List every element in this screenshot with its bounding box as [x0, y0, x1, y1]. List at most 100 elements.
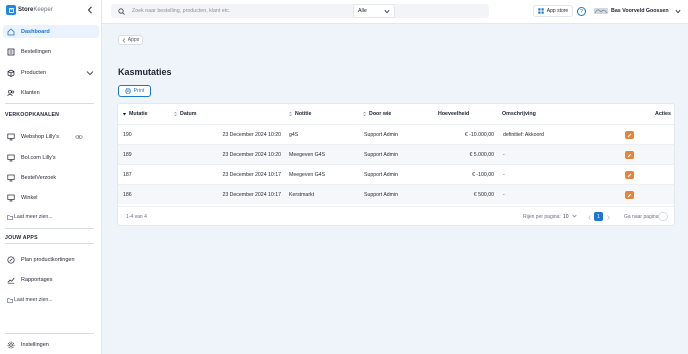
sidebar-item-label: Bestellingen	[21, 48, 51, 55]
table-footer: 1-4 van 4 Rijen per pagina: 10 1 Ga naar…	[118, 206, 674, 226]
sidebar-item-label: Rapportages	[21, 276, 53, 283]
cell-hoeveelheid: € 500,00	[473, 192, 494, 198]
sidebar-item-rapportages[interactable]: Rapportages	[3, 273, 99, 286]
edit-button[interactable]	[625, 191, 634, 199]
monitor-icon	[6, 153, 15, 162]
sidebar-item-label: Webshop Lilly's	[21, 133, 59, 140]
discount-icon	[6, 255, 15, 264]
chevron-left-icon	[587, 214, 591, 220]
avatar	[594, 7, 608, 15]
sort-desc-icon	[122, 113, 127, 116]
cell-mutatie: 186	[123, 192, 132, 198]
divider	[5, 103, 94, 104]
column-header-door-wie[interactable]: Door wie	[362, 104, 391, 124]
brand-name: StoreKeeper	[18, 7, 53, 13]
cell-omschrijving: -	[503, 172, 505, 178]
pencil-icon	[627, 193, 632, 197]
column-header-hoeveelheid: Hoeveelheid	[438, 111, 470, 117]
sidebar-item-label: Klanten	[21, 89, 40, 96]
cell-notitie: Kerstmarkt	[289, 192, 315, 198]
cell-datum: 23 December 2024 10:17	[222, 172, 281, 178]
cell-notitie: Meegeven G4S	[289, 172, 326, 178]
sidebar-item-producten[interactable]: Producten	[3, 66, 99, 79]
cell-hoeveelheid: € -100,00	[472, 172, 494, 178]
sidebar-item-bol[interactable]: Bol.com Lilly's	[3, 151, 99, 164]
table-row[interactable]: 190 23 December 2024 10:20 g4S Support A…	[118, 124, 674, 144]
table-row[interactable]: 189 23 December 2024 10:20 Meegeven G4S …	[118, 144, 674, 164]
brand-logo[interactable]: StoreKeeper	[6, 4, 53, 16]
column-header-notitie[interactable]: Notitie	[288, 104, 311, 124]
sidebar-item-webshop[interactable]: Webshop Lilly's	[3, 130, 99, 143]
user-name: Bas Voorveld Goossen	[611, 8, 669, 14]
rows-per-page-select[interactable]: 10	[563, 214, 577, 220]
search-input[interactable]	[132, 8, 340, 14]
back-to-apps-button[interactable]: Apps	[118, 35, 143, 45]
sidebar-item-label: Plan productkortingen	[21, 256, 75, 263]
edit-button[interactable]	[625, 131, 634, 139]
chevron-down-icon	[572, 214, 577, 218]
sidebar-item-label: Dashboard	[21, 28, 50, 35]
divider	[5, 228, 94, 229]
orders-icon	[6, 47, 15, 56]
pencil-icon	[627, 173, 632, 177]
cell-door-wie: Support Admin	[364, 192, 399, 198]
goto-page-input[interactable]	[658, 212, 668, 221]
section-your-apps: JOUW APPS	[5, 235, 38, 241]
cell-door-wie: Support Admin	[364, 132, 399, 138]
sidebar-item-label: Bol.com Lilly's	[21, 154, 56, 161]
user-menu[interactable]: Bas Voorveld Goossen	[594, 5, 681, 17]
sort-icon	[363, 111, 366, 117]
sidebar-item-bestellingen[interactable]: Bestellingen	[3, 45, 99, 58]
search-scope-select[interactable]: Alle	[353, 4, 395, 18]
sidebar-item-label: BestelVerzoek	[21, 174, 57, 181]
cell-door-wie: Support Admin	[364, 152, 399, 158]
divider	[5, 333, 94, 334]
show-more-apps-link[interactable]: Laat meer zien...	[7, 295, 53, 305]
edit-button[interactable]	[625, 171, 634, 179]
table-row[interactable]: 187 23 December 2024 10:17 Meegeven G4S …	[118, 164, 674, 184]
folder-icon	[7, 214, 13, 220]
row-range: 1-4 van 4	[126, 214, 147, 220]
page-button-current[interactable]: 1	[594, 212, 603, 221]
edit-button[interactable]	[625, 151, 634, 159]
top-bar: Alle App store ? Bas Voorveld Goossen	[102, 0, 688, 24]
sidebar-item-label: Producten	[21, 69, 47, 76]
chevron-down-icon[interactable]	[85, 68, 94, 77]
chevron-down-icon	[675, 9, 681, 13]
sort-icon	[289, 111, 292, 117]
monitor-icon	[6, 132, 15, 141]
cell-omschrijving: definitief: Akkoord	[503, 132, 544, 138]
column-header-mutatie[interactable]: Mutatie	[122, 104, 148, 124]
search-bar: Alle	[111, 4, 489, 18]
sidebar-item-dashboard[interactable]: Dashboard	[3, 25, 99, 38]
cell-notitie: Meegeven G4S	[289, 152, 326, 158]
help-button[interactable]: ?	[577, 7, 586, 16]
app-store-button[interactable]: App store	[533, 5, 573, 17]
print-button[interactable]: Print	[118, 85, 151, 97]
cell-omschrijving: -	[503, 152, 505, 158]
sidebar-item-label: Winkel	[21, 194, 38, 201]
sidebar-item-instellingen[interactable]: Instellingen	[3, 338, 99, 351]
page-title: Kasmutaties	[118, 67, 172, 77]
table-row[interactable]: 186 23 December 2024 10:17 Kerstmarkt Su…	[118, 184, 674, 204]
sidebar: StoreKeeper Dashboard Bestellingen Produ…	[0, 0, 102, 354]
eye-icon[interactable]	[74, 132, 83, 141]
box-icon	[6, 68, 15, 77]
sort-icon	[174, 111, 177, 117]
chevron-left-icon	[122, 37, 126, 43]
section-sales-channels: VERKOOPKANALEN	[5, 112, 60, 118]
sidebar-item-plan-productkortingen[interactable]: Plan productkortingen	[3, 253, 99, 266]
column-header-datum[interactable]: Datum	[173, 104, 196, 124]
cell-datum: 23 December 2024 10:20	[222, 132, 281, 138]
collapse-sidebar-button[interactable]	[86, 5, 94, 15]
sidebar-item-klanten[interactable]: Klanten	[3, 86, 99, 99]
sidebar-item-winkel[interactable]: Winkel	[3, 191, 99, 204]
cell-datum: 23 December 2024 10:20	[222, 152, 281, 158]
sidebar-item-bestelverzoek[interactable]: BestelVerzoek	[3, 171, 99, 184]
show-more-channels-link[interactable]: Laat meer zien...	[7, 212, 53, 222]
monitor-icon	[6, 173, 15, 182]
previous-page-button[interactable]	[585, 213, 593, 221]
next-page-button[interactable]	[604, 213, 612, 221]
cell-datum: 23 December 2024 10:17	[222, 192, 281, 198]
cell-omschrijving: -	[503, 192, 505, 198]
